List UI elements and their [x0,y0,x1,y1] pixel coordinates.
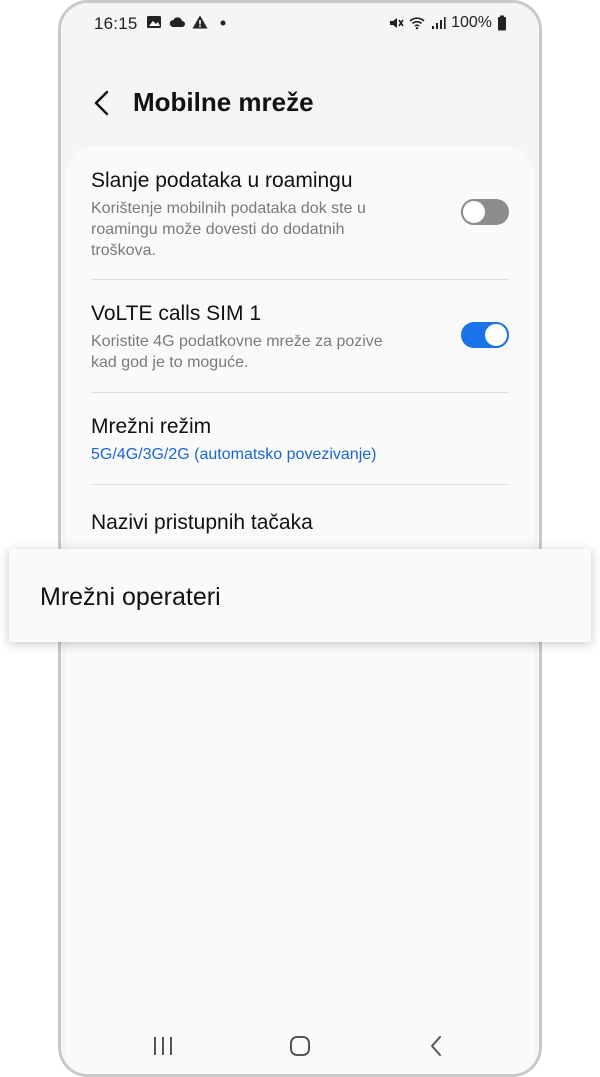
status-bar: 16:15 100% [61,3,539,43]
network-mode-title: Mrežni režim [91,415,212,438]
network-mode-value: 5G/4G/3G/2G (automatsko povezivanje) [91,446,377,463]
roaming-title: Slanje podataka u roamingu [91,169,353,192]
toggle-knob [483,322,509,348]
dot-icon [220,20,226,26]
toggle-knob [461,199,487,225]
notification-icons [146,14,231,30]
home-button[interactable] [280,1026,320,1066]
recent-apps-icon [154,1037,172,1055]
back-nav-button[interactable] [417,1026,457,1066]
roaming-row[interactable]: Slanje podataka u roamingu Korištenje mo… [91,168,509,261]
home-icon [290,1036,310,1056]
network-operators-label: Mrežni operateri [40,583,221,611]
app-header: Mobilne mreže [61,73,539,133]
battery-percent: 100% [451,14,492,31]
navigation-bar [61,1014,539,1074]
network-operators-row[interactable]: Mrežni operateri [9,549,591,642]
network-mode-row[interactable]: Mrežni režim 5G/4G/3G/2G (automatsko pov… [91,414,509,465]
volte-toggle[interactable] [461,322,509,348]
chevron-left-icon [431,1036,441,1056]
page-title: Mobilne mreže [133,87,314,117]
cloud-icon [169,17,185,27]
volte-subtitle: Koristite 4G podatkovne mreže za pozive … [91,333,383,371]
status-time: 16:15 [94,14,138,33]
roaming-toggle[interactable] [461,199,509,225]
phone-frame: 16:15 100% Mobilne mreže Slanje podataka… [58,0,542,1077]
divider [91,279,509,280]
wifi-icon [409,17,425,30]
volte-title: VoLTE calls SIM 1 [91,302,262,325]
divider [91,484,509,485]
apn-title: Nazivi pristupnih tačaka [91,511,313,534]
status-right: 100% [388,14,507,32]
volte-row[interactable]: VoLTE calls SIM 1 Koristite 4G podatkovn… [91,301,509,373]
image-icon [147,16,161,28]
apn-row[interactable]: Nazivi pristupnih tačaka [91,510,509,536]
recent-apps-button[interactable] [143,1026,183,1066]
chevron-left-icon [94,90,109,116]
roaming-subtitle: Korištenje mobilnih podataka dok ste u r… [91,200,366,259]
battery-icon [498,15,506,31]
divider [91,392,509,393]
screen: 16:15 100% Mobilne mreže Slanje podataka… [61,3,539,1074]
warning-icon [192,15,208,29]
mute-icon [390,18,404,28]
back-button[interactable] [83,83,123,123]
signal-icon [432,17,446,29]
